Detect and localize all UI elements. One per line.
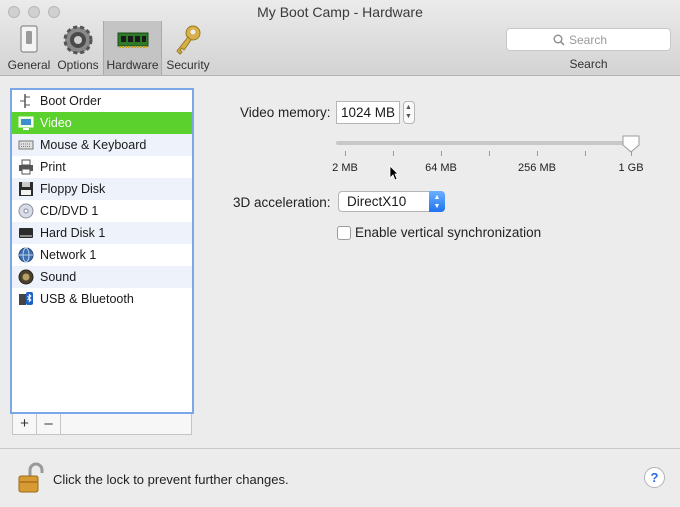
- list-item-mouse-keyboard[interactable]: Mouse & Keyboard: [12, 134, 192, 156]
- mouse-cursor-icon: [389, 165, 399, 181]
- tab-security[interactable]: Security: [162, 21, 214, 75]
- lock-icon[interactable]: [18, 462, 44, 494]
- acceleration-select[interactable]: DirectX10 ▲ ▼: [338, 191, 445, 212]
- search-caption: Search: [569, 57, 608, 71]
- usb-bluetooth-icon: [19, 292, 33, 305]
- window-title: My Boot Camp - Hardware: [257, 4, 423, 20]
- list-item-label: Mouse & Keyboard: [40, 138, 147, 152]
- hard-disk-icon: [19, 228, 33, 238]
- list-item-print[interactable]: Print: [12, 156, 192, 178]
- list-item-label: Print: [40, 160, 66, 174]
- memory-chip-icon: [117, 32, 148, 48]
- list-item-label: Boot Order: [40, 94, 102, 108]
- list-item-label: Video: [40, 116, 72, 130]
- switch-icon: [20, 25, 38, 53]
- tab-options-label: Options: [57, 58, 99, 72]
- list-controls: + –: [12, 414, 192, 435]
- list-item-cd-dvd[interactable]: CD/DVD 1: [12, 200, 192, 222]
- list-item-floppy-disk[interactable]: Floppy Disk: [12, 178, 192, 200]
- printer-icon: [19, 159, 33, 175]
- slider-tick: [537, 151, 538, 156]
- slider-tick: [631, 151, 632, 156]
- stepper-down-icon: ▼: [405, 113, 412, 120]
- toolbar: My Boot Camp - Hardware General Options: [0, 0, 680, 76]
- display-icon: [18, 116, 34, 130]
- slider-tick: [345, 151, 346, 156]
- tab-hardware-label: Hardware: [106, 58, 159, 72]
- slider-tick-label: 256 MB: [518, 162, 556, 174]
- tab-general-label: General: [7, 58, 51, 72]
- stepper-up-icon: ▲: [405, 104, 412, 111]
- vsync-checkbox[interactable]: [337, 226, 351, 240]
- list-item-label: Floppy Disk: [40, 182, 106, 196]
- remove-button[interactable]: –: [37, 414, 61, 434]
- search-placeholder: Search: [569, 33, 608, 47]
- help-button[interactable]: ?: [644, 467, 665, 488]
- speaker-icon: [18, 269, 34, 285]
- list-item-usb-bluetooth[interactable]: USB & Bluetooth: [12, 288, 192, 310]
- list-item-sound[interactable]: Sound: [12, 266, 192, 288]
- slider-tick-label: 2 MB: [332, 162, 358, 174]
- acceleration-label: 3D acceleration:: [233, 195, 331, 210]
- list-item-label: CD/DVD 1: [40, 204, 99, 218]
- keyboard-icon: [18, 140, 34, 150]
- list-item-hard-disk[interactable]: Hard Disk 1: [12, 222, 192, 244]
- slider-tick-label: 64 MB: [425, 162, 457, 174]
- video-memory-field[interactable]: 1024 MB: [336, 101, 400, 124]
- list-item-boot-order[interactable]: Boot Order: [12, 90, 192, 112]
- window: My Boot Camp - Hardware General Options: [0, 0, 680, 507]
- video-memory-slider[interactable]: [336, 141, 636, 145]
- slider-tick: [489, 151, 490, 156]
- video-memory-stepper[interactable]: ▲ ▼: [403, 101, 415, 124]
- cd-dvd-icon: [18, 203, 34, 219]
- slider-tick: [441, 151, 442, 156]
- slider-tick-label: 1 GB: [618, 162, 644, 174]
- vsync-label[interactable]: Enable vertical synchronization: [355, 225, 541, 240]
- boot-order-icon: [20, 94, 30, 108]
- gear-icon: [63, 25, 93, 55]
- footer-divider: [0, 448, 680, 449]
- list-item-label: Network 1: [40, 248, 97, 262]
- tab-options[interactable]: Options: [54, 21, 102, 75]
- lock-message: Click the lock to prevent further change…: [53, 472, 289, 487]
- list-item-label: USB & Bluetooth: [40, 292, 134, 306]
- search-input[interactable]: Search: [506, 28, 671, 51]
- acceleration-value: DirectX10: [347, 194, 407, 209]
- select-arrows-icon: ▲ ▼: [429, 191, 445, 212]
- network-globe-icon: [18, 247, 34, 263]
- device-list[interactable]: Boot Order Video Mouse & Keyboard Print …: [10, 88, 194, 414]
- key-icon: [176, 25, 201, 55]
- list-item-label: Sound: [40, 270, 77, 284]
- tab-hardware[interactable]: Hardware: [103, 21, 162, 75]
- search-icon: [553, 34, 565, 46]
- add-button[interactable]: +: [13, 414, 37, 434]
- tab-security-label: Security: [166, 58, 210, 72]
- slider-tick: [585, 151, 586, 156]
- video-memory-label: Video memory:: [240, 105, 331, 120]
- list-item-video[interactable]: Video: [12, 112, 192, 134]
- tab-general[interactable]: General: [4, 21, 54, 75]
- list-item-label: Hard Disk 1: [40, 226, 106, 240]
- floppy-disk-icon: [19, 182, 33, 196]
- slider-tick: [393, 151, 394, 156]
- list-item-network[interactable]: Network 1: [12, 244, 192, 266]
